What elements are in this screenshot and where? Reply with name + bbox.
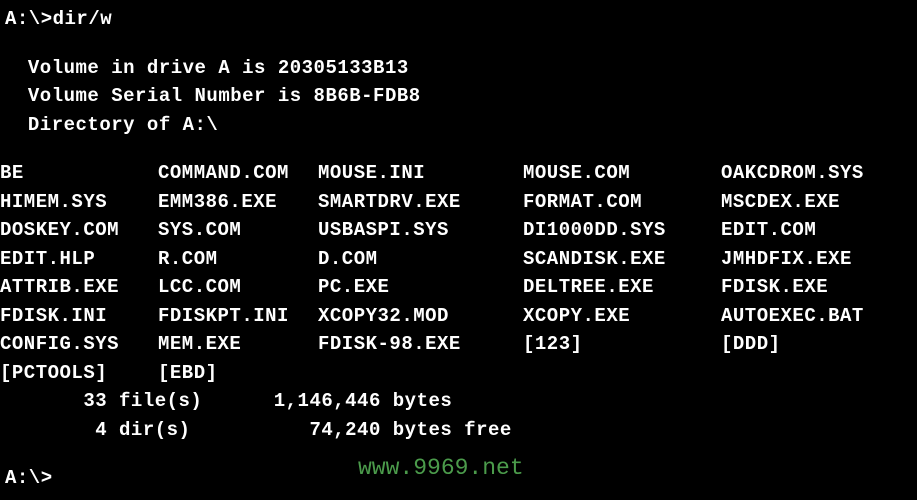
- file-entry: MSCDEX.EXE: [721, 188, 917, 217]
- dir-entry: [EBD]: [158, 359, 318, 388]
- file-entry: FDISK-98.EXE: [318, 330, 523, 359]
- watermark: www.9969.net: [358, 451, 524, 486]
- file-entry: JMHDFIX.EXE: [721, 245, 917, 274]
- file-entry: ATTRIB.EXE: [0, 273, 158, 302]
- file-entry: AUTOEXEC.BAT: [721, 302, 917, 331]
- file-entry: EDIT.HLP: [0, 245, 158, 274]
- file-entry: USBASPI.SYS: [318, 216, 523, 245]
- file-entry: SYS.COM: [158, 216, 318, 245]
- file-entry: COMMAND.COM: [158, 159, 318, 188]
- file-entry: EMM386.EXE: [158, 188, 318, 217]
- prompt-text: A:\>: [5, 467, 53, 489]
- file-entry: XCOPY32.MOD: [318, 302, 523, 331]
- file-entry: FORMAT.COM: [523, 188, 721, 217]
- directory-path: Directory of A:\: [16, 111, 917, 140]
- prompt-command: A:\>dir/w: [5, 8, 112, 30]
- file-entry: DELTREE.EXE: [523, 273, 721, 302]
- file-entry: FDISK.INI: [0, 302, 158, 331]
- dir-count-summary: 4 dir(s) 74,240 bytes free: [0, 416, 917, 445]
- serial-number: Volume Serial Number is 8B6B-FDB8: [16, 82, 917, 111]
- file-entry: EDIT.COM: [721, 216, 917, 245]
- file-listing: BE COMMAND.COM MOUSE.INI MOUSE.COM OAKCD…: [0, 159, 917, 387]
- file-entry: BE: [0, 159, 158, 188]
- file-entry: XCOPY.EXE: [523, 302, 721, 331]
- file-count-summary: 33 file(s) 1,146,446 bytes: [0, 387, 917, 416]
- command-prompt-line: A:\>dir/w: [0, 5, 917, 34]
- file-entry: DI1000DD.SYS: [523, 216, 721, 245]
- file-entry: D.COM: [318, 245, 523, 274]
- file-entry: [721, 359, 917, 388]
- dir-entry: [123]: [523, 330, 721, 359]
- file-entry: [523, 359, 721, 388]
- volume-header: Volume in drive A is 20305133B13 Volume …: [0, 54, 917, 140]
- file-entry: CONFIG.SYS: [0, 330, 158, 359]
- file-entry: MOUSE.COM: [523, 159, 721, 188]
- dir-entry: [DDD]: [721, 330, 917, 359]
- file-entry: DOSKEY.COM: [0, 216, 158, 245]
- dir-entry: [PCTOOLS]: [0, 359, 158, 388]
- file-entry: FDISK.EXE: [721, 273, 917, 302]
- volume-info: Volume in drive A is 20305133B13: [16, 54, 917, 83]
- file-entry: SCANDISK.EXE: [523, 245, 721, 274]
- file-entry: [318, 359, 523, 388]
- file-entry: HIMEM.SYS: [0, 188, 158, 217]
- file-entry: SMARTDRV.EXE: [318, 188, 523, 217]
- file-entry: MEM.EXE: [158, 330, 318, 359]
- file-entry: LCC.COM: [158, 273, 318, 302]
- file-entry: R.COM: [158, 245, 318, 274]
- summary: 33 file(s) 1,146,446 bytes 4 dir(s) 74,2…: [0, 387, 917, 444]
- file-entry: OAKCDROM.SYS: [721, 159, 917, 188]
- file-entry: PC.EXE: [318, 273, 523, 302]
- file-entry: FDISKPT.INI: [158, 302, 318, 331]
- file-entry: MOUSE.INI: [318, 159, 523, 188]
